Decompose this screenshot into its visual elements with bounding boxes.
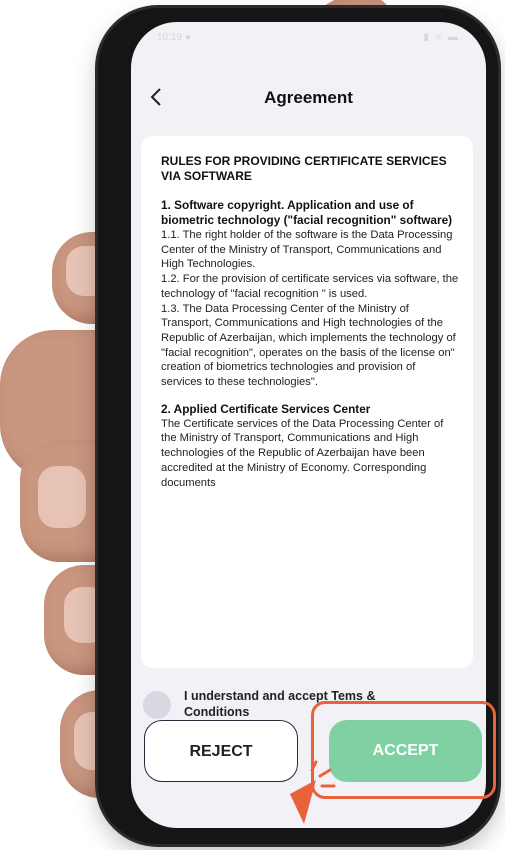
clause-1-2: 1.2. For the provision of certificate se… [161, 273, 459, 300]
tap-cursor-icon [282, 760, 342, 830]
fingernail [38, 466, 86, 528]
clause-1-3: 1.3. The Data Processing Center of the M… [161, 302, 456, 389]
status-time: 10:19 ● [157, 32, 191, 43]
agreement-scroll-area[interactable]: RULES FOR PROVIDING CERTIFICATE SERVICES… [141, 136, 473, 668]
tap-cursor-icon-glyph [290, 760, 336, 824]
scroll-fade [141, 642, 473, 668]
clause-2-1: The Certificate services of the Data Pro… [161, 417, 444, 489]
page-title: Agreement [264, 88, 353, 107]
clause-1-1: 1.1. The right holder of the software is… [161, 229, 453, 271]
reject-button[interactable]: REJECT [144, 720, 298, 782]
nav-bar: Agreement [131, 84, 486, 124]
agreement-heading: RULES FOR PROVIDING CERTIFICATE SERVICES… [161, 154, 447, 183]
consent-checkbox[interactable] [143, 691, 171, 719]
status-icons: ▮ ≈ ▬ [423, 32, 460, 43]
status-bar: 10:19 ● ▮ ≈ ▬ [131, 22, 486, 50]
section-1-title: 1. Software copyright. Application and u… [161, 198, 453, 227]
section-2-title: 2. Applied Certificate Services Center [161, 401, 371, 416]
